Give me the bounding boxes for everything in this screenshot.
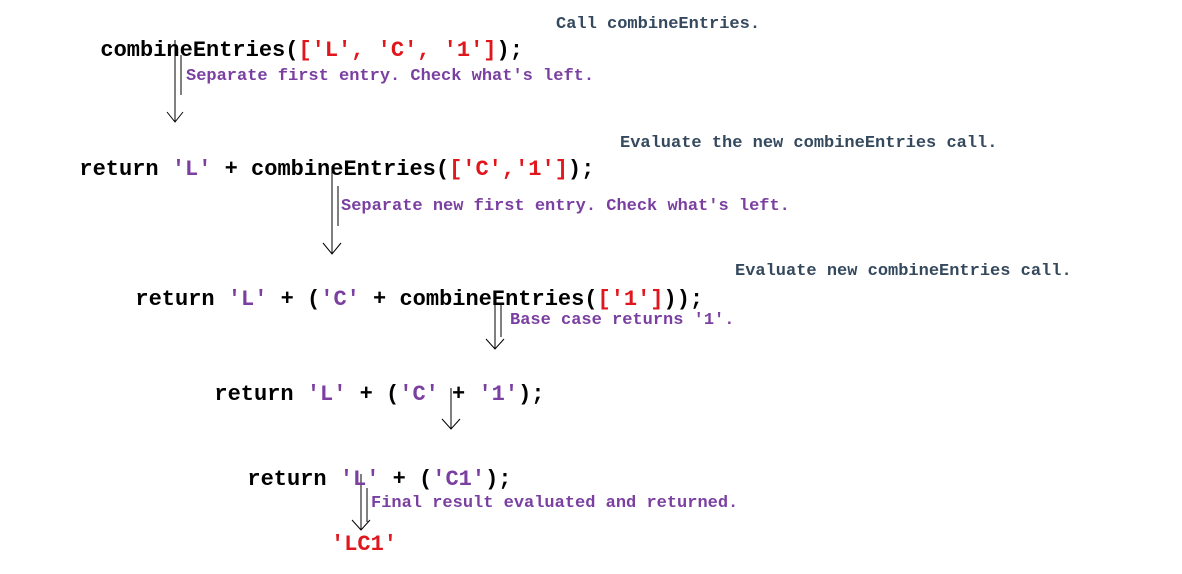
code-step-4: return 'L' + ('C' + '1');: [188, 356, 544, 408]
code-fragment: + (: [346, 382, 400, 407]
code-fragment: 'L': [227, 287, 268, 312]
code-step-3: return 'L' + ('C' + combineEntries(['1']…: [109, 261, 703, 313]
code-fragment: '1': [478, 382, 519, 407]
code-fragment: 'L': [339, 467, 380, 492]
code-fragment: return: [214, 382, 307, 407]
code-step-1: combineEntries(['L', 'C', '1']);: [74, 12, 523, 64]
transition-note-3: Base case returns '1'.: [510, 311, 735, 330]
code-fragment: + combineEntries(: [359, 287, 598, 312]
code-fragment: +: [438, 382, 479, 407]
code-fragment: 'L': [306, 382, 347, 407]
step-2-note: Evaluate the new combineEntries call.: [620, 134, 998, 153]
code-step-2: return 'L' + combineEntries(['C','1']);: [53, 131, 594, 183]
code-fragment: return: [79, 157, 172, 182]
code-fragment: + (: [267, 287, 321, 312]
code-fragment: 'C1': [432, 467, 486, 492]
code-fragment: 'C': [320, 287, 360, 312]
code-fragment: + (: [379, 467, 433, 492]
code-fragment: ));: [663, 287, 704, 312]
code-fragment: ['C','1']: [449, 157, 568, 182]
code-fragment: return: [247, 467, 340, 492]
code-fragment: ['L', 'C', '1']: [298, 38, 497, 63]
code-fragment: 'C': [399, 382, 439, 407]
transition-note-1: Separate first entry. Check what's left.: [186, 67, 595, 86]
code-fragment: + combineEntries(: [211, 157, 450, 182]
code-fragment: 'L': [171, 157, 212, 182]
transition-note-2: Separate new first entry. Check what's l…: [341, 197, 790, 216]
transition-note-5: Final result evaluated and returned.: [371, 494, 739, 513]
code-fragment: );: [567, 157, 595, 182]
code-fragment: ['1']: [597, 287, 664, 312]
code-fragment: );: [485, 467, 512, 492]
code-fragment: return: [135, 287, 228, 312]
step-1-note: Call combineEntries.: [556, 15, 761, 34]
final-result: 'LC1': [331, 532, 398, 557]
step-3-note: Evaluate new combineEntries call.: [735, 262, 1072, 281]
code-fragment: combineEntries(: [100, 38, 299, 63]
code-step-5: return 'L' + ('C1');: [221, 441, 511, 493]
code-fragment: );: [496, 38, 523, 63]
code-fragment: );: [518, 382, 545, 407]
